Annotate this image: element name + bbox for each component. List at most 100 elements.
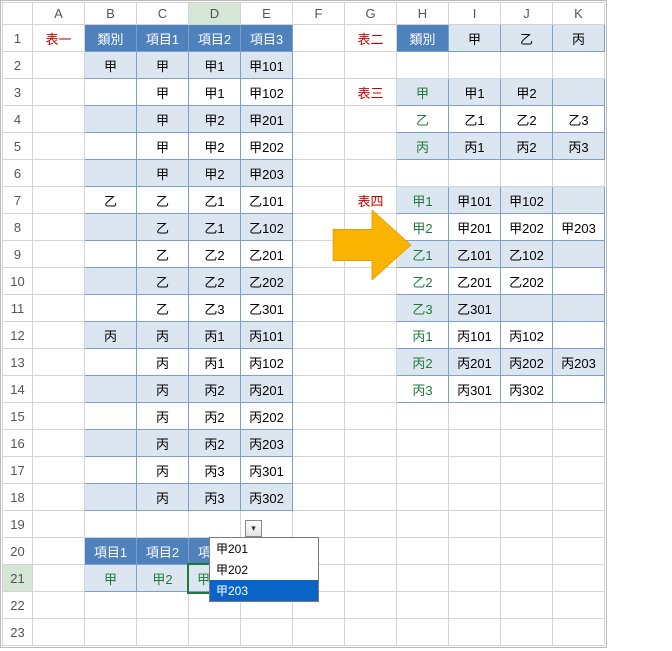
cell-F10[interactable] [293, 268, 345, 295]
cell-D23[interactable] [189, 619, 241, 646]
cell-H2[interactable] [397, 52, 449, 79]
row-header[interactable]: 12 [3, 322, 33, 349]
cell-A17[interactable] [33, 457, 85, 484]
cell-K18[interactable] [553, 484, 605, 511]
cell-K6[interactable] [553, 160, 605, 187]
cell-B4[interactable] [85, 106, 137, 133]
cell-J11[interactable] [501, 295, 553, 322]
dropdown-option[interactable]: 甲201 [210, 538, 318, 559]
cell-B14[interactable] [85, 376, 137, 403]
cell-K8[interactable]: 甲203 [553, 214, 605, 241]
cell-J3[interactable]: 甲2 [501, 79, 553, 106]
cell-K2[interactable] [553, 52, 605, 79]
row-header[interactable]: 19 [3, 511, 33, 538]
cell-I14[interactable]: 丙301 [449, 376, 501, 403]
cell-G14[interactable] [345, 376, 397, 403]
cell-I2[interactable] [449, 52, 501, 79]
row-header[interactable]: 17 [3, 457, 33, 484]
cell-A23[interactable] [33, 619, 85, 646]
cell-D6[interactable]: 甲2 [189, 160, 241, 187]
cell-K10[interactable] [553, 268, 605, 295]
cell-K11[interactable] [553, 295, 605, 322]
cell-B13[interactable] [85, 349, 137, 376]
cell-H19[interactable] [397, 511, 449, 538]
cell-D17[interactable]: 丙3 [189, 457, 241, 484]
cell-H16[interactable] [397, 430, 449, 457]
cell-J14[interactable]: 丙302 [501, 376, 553, 403]
cell-G16[interactable] [345, 430, 397, 457]
cell-C15[interactable]: 丙 [137, 403, 189, 430]
cell-I22[interactable] [449, 592, 501, 619]
cell-J22[interactable] [501, 592, 553, 619]
cell-K22[interactable] [553, 592, 605, 619]
cell-D10[interactable]: 乙2 [189, 268, 241, 295]
row-header[interactable]: 21 [3, 565, 33, 592]
cell-I13[interactable]: 丙201 [449, 349, 501, 376]
cell-K9[interactable] [553, 241, 605, 268]
cell-I11[interactable]: 乙301 [449, 295, 501, 322]
row-header[interactable]: 3 [3, 79, 33, 106]
cell-F23[interactable] [293, 619, 345, 646]
cell-J4[interactable]: 乙2 [501, 106, 553, 133]
cell-G4[interactable] [345, 106, 397, 133]
cell-G17[interactable] [345, 457, 397, 484]
cell-F7[interactable] [293, 187, 345, 214]
cell-H3[interactable]: 甲 [397, 79, 449, 106]
row-header[interactable]: 16 [3, 430, 33, 457]
cell-D4[interactable]: 甲2 [189, 106, 241, 133]
cell-K16[interactable] [553, 430, 605, 457]
cell-C9[interactable]: 乙 [137, 241, 189, 268]
cell-K1[interactable]: 丙 [553, 25, 605, 52]
row-header[interactable]: 5 [3, 133, 33, 160]
cell-G11[interactable] [345, 295, 397, 322]
cell-A4[interactable] [33, 106, 85, 133]
cell-G2[interactable] [345, 52, 397, 79]
cell-E3[interactable]: 甲102 [241, 79, 293, 106]
cell-C2[interactable]: 甲 [137, 52, 189, 79]
cell-F12[interactable] [293, 322, 345, 349]
cell-E16[interactable]: 丙203 [241, 430, 293, 457]
cell-D15[interactable]: 丙2 [189, 403, 241, 430]
cell-E10[interactable]: 乙202 [241, 268, 293, 295]
cell-G21[interactable] [345, 565, 397, 592]
cell-H21[interactable] [397, 565, 449, 592]
row-header[interactable]: 23 [3, 619, 33, 646]
cell-K17[interactable] [553, 457, 605, 484]
cell-E9[interactable]: 乙201 [241, 241, 293, 268]
row-header[interactable]: 11 [3, 295, 33, 322]
cell-K14[interactable] [553, 376, 605, 403]
cell-K20[interactable] [553, 538, 605, 565]
cell-F18[interactable] [293, 484, 345, 511]
cell-D13[interactable]: 丙1 [189, 349, 241, 376]
cell-E23[interactable] [241, 619, 293, 646]
row-header[interactable]: 13 [3, 349, 33, 376]
cell-H23[interactable] [397, 619, 449, 646]
cell-B5[interactable] [85, 133, 137, 160]
row-header[interactable]: 20 [3, 538, 33, 565]
cell-J1[interactable]: 乙 [501, 25, 553, 52]
cell-H14[interactable]: 丙3 [397, 376, 449, 403]
cell-F1[interactable] [293, 25, 345, 52]
column-header[interactable]: I [449, 3, 501, 25]
cell-J13[interactable]: 丙202 [501, 349, 553, 376]
cell-A11[interactable] [33, 295, 85, 322]
cell-D7[interactable]: 乙1 [189, 187, 241, 214]
row-header[interactable]: 10 [3, 268, 33, 295]
cell-I6[interactable] [449, 160, 501, 187]
cell-J23[interactable] [501, 619, 553, 646]
cell-B7[interactable]: 乙 [85, 187, 137, 214]
cell-A13[interactable] [33, 349, 85, 376]
cell-K21[interactable] [553, 565, 605, 592]
cell-D8[interactable]: 乙1 [189, 214, 241, 241]
cell-I10[interactable]: 乙201 [449, 268, 501, 295]
cell-B21[interactable]: 甲 [85, 565, 137, 592]
label-table2[interactable]: 表二 [345, 25, 397, 52]
row-header[interactable]: 22 [3, 592, 33, 619]
cell-H1[interactable]: 類別 [397, 25, 449, 52]
cell-I12[interactable]: 丙101 [449, 322, 501, 349]
cell-F15[interactable] [293, 403, 345, 430]
cell-E14[interactable]: 丙201 [241, 376, 293, 403]
column-header[interactable]: A [33, 3, 85, 25]
cell-G12[interactable] [345, 322, 397, 349]
cell-I18[interactable] [449, 484, 501, 511]
